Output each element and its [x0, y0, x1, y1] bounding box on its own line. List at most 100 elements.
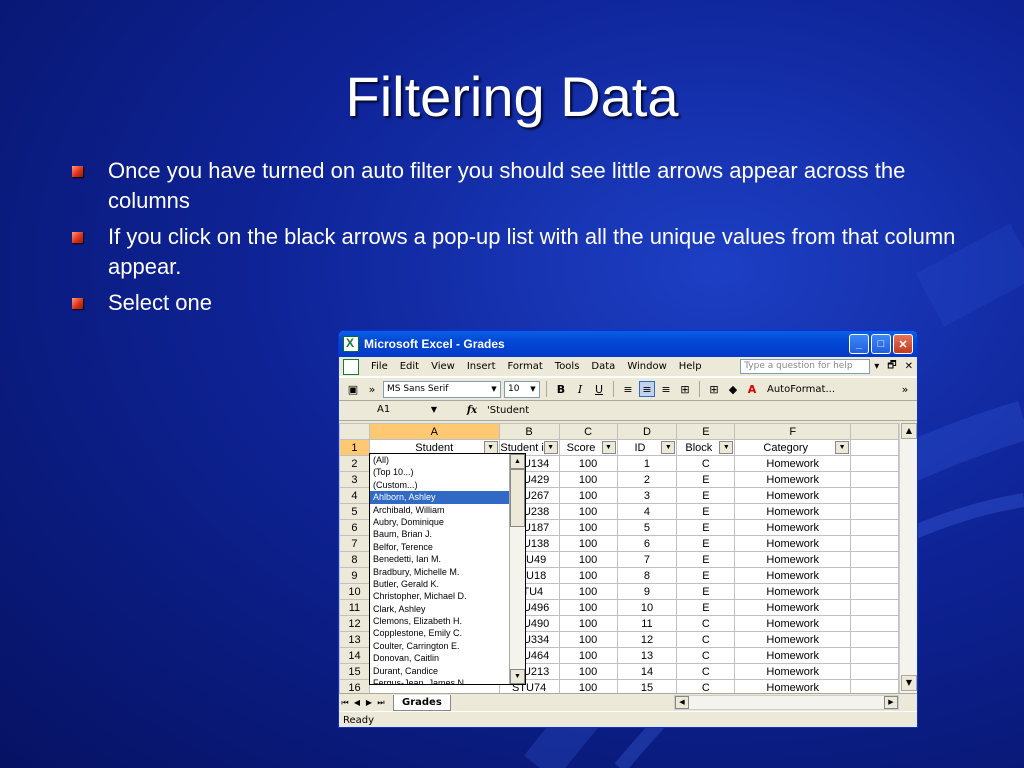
cell[interactable] — [850, 487, 899, 504]
fx-icon[interactable]: fx — [461, 405, 483, 416]
cell-id[interactable]: 7 — [616, 551, 678, 568]
menu-tools[interactable]: Tools — [549, 357, 586, 377]
row-header[interactable]: 3 — [339, 471, 370, 488]
cell-category[interactable]: Homework — [734, 583, 852, 600]
cell-category[interactable]: Homework — [734, 647, 852, 664]
cell-score[interactable]: 100 — [558, 487, 618, 504]
row-header[interactable]: 5 — [339, 503, 370, 520]
cell-score[interactable]: 100 — [558, 519, 618, 536]
autofilter-dropdown-list[interactable]: (All) (Top 10...) (Custom...) Ahlborn, Ashl… — [369, 453, 526, 685]
cell-id[interactable]: 12 — [616, 631, 678, 648]
cell-block[interactable]: E — [676, 583, 736, 600]
menu-data[interactable]: Data — [585, 357, 621, 377]
cell[interactable] — [850, 615, 899, 632]
row-header[interactable]: 6 — [339, 519, 370, 536]
formula-input[interactable]: 'Student — [483, 405, 529, 416]
cell-score[interactable]: 100 — [558, 583, 618, 600]
chevron-down-icon[interactable]: ▾ — [870, 361, 883, 372]
merge-center-icon[interactable]: ⊞ — [677, 381, 693, 397]
cell-category[interactable]: Homework — [734, 503, 852, 520]
row-header[interactable]: 16 — [339, 679, 370, 693]
cell-id[interactable]: 8 — [616, 567, 678, 584]
filter-option[interactable]: Bradbury, Michelle M. — [370, 566, 510, 578]
cell[interactable] — [850, 567, 899, 584]
filter-option[interactable]: Benedetti, Ian M. — [370, 553, 510, 565]
filter-arrow-icon[interactable]: ▼ — [601, 441, 616, 454]
align-left-icon[interactable]: ≡ — [620, 381, 636, 397]
filter-option[interactable]: (Top 10...) — [370, 466, 510, 478]
scroll-right-icon[interactable]: ▶ — [884, 696, 898, 709]
row-header[interactable]: 14 — [339, 647, 370, 664]
cell-score[interactable]: 100 — [558, 455, 618, 472]
menu-edit[interactable]: Edit — [394, 357, 425, 377]
cell-block[interactable]: C — [676, 679, 736, 693]
filter-arrow-icon[interactable]: ▼ — [719, 441, 734, 454]
help-search-input[interactable]: Type a question for help — [740, 359, 871, 374]
cell[interactable] — [850, 471, 899, 488]
font-name-select[interactable]: MS Sans Serif ▼ — [383, 380, 501, 398]
cell-score[interactable]: 100 — [558, 535, 618, 552]
row-header[interactable]: 7 — [339, 535, 370, 552]
cell[interactable] — [850, 599, 899, 616]
maximize-button[interactable]: □ — [871, 334, 891, 354]
cell[interactable] — [850, 663, 899, 680]
title-bar[interactable]: Microsoft Excel - Grades _ □ ✕ — [339, 331, 917, 357]
toolbar-options-icon[interactable]: » — [897, 381, 913, 397]
cell-id[interactable]: 14 — [616, 663, 678, 680]
cell-category[interactable]: Homework — [734, 663, 852, 680]
fill-color-icon[interactable]: ◆ — [725, 381, 741, 397]
cell-score[interactable]: 100 — [558, 471, 618, 488]
cell-score[interactable]: 100 — [558, 599, 618, 616]
cell-category[interactable]: Homework — [734, 471, 852, 488]
cell-id[interactable]: 15 — [616, 679, 678, 693]
scroll-up-icon[interactable]: ▲ — [901, 423, 917, 439]
filter-arrow-icon[interactable]: ▼ — [835, 441, 850, 454]
cell-block[interactable]: C — [676, 663, 736, 680]
font-color-icon[interactable]: A — [744, 381, 760, 397]
cell-category[interactable]: Homework — [734, 535, 852, 552]
cell-score[interactable]: 100 — [558, 551, 618, 568]
filter-option[interactable]: Belfor, Terence — [370, 541, 510, 553]
cell-block[interactable]: C — [676, 455, 736, 472]
cell-category[interactable]: Homework — [734, 599, 852, 616]
borders-icon[interactable]: ⊞ — [706, 381, 722, 397]
cell[interactable] — [850, 631, 899, 648]
more-buttons-icon[interactable]: » — [364, 381, 380, 397]
cell-id[interactable]: 10 — [616, 599, 678, 616]
filter-option[interactable]: Baum, Brian J. — [370, 528, 510, 540]
underline-button[interactable]: U — [591, 381, 607, 397]
cell[interactable] — [850, 439, 899, 456]
row-header[interactable]: 2 — [339, 455, 370, 472]
cell-score[interactable]: 100 — [558, 679, 618, 693]
cell-block[interactable]: E — [676, 503, 736, 520]
cell-category[interactable]: Homework — [734, 519, 852, 536]
filter-option[interactable]: (All) — [370, 454, 510, 466]
cell-category[interactable]: Homework — [734, 487, 852, 504]
cell-score[interactable]: 100 — [558, 663, 618, 680]
filter-arrow-icon[interactable]: ▼ — [661, 441, 676, 454]
cell-block[interactable]: E — [676, 551, 736, 568]
cell[interactable] — [850, 551, 899, 568]
menu-window[interactable]: Window — [621, 357, 672, 377]
filter-option[interactable]: Aubry, Dominique — [370, 516, 510, 528]
scroll-left-icon[interactable]: ◀ — [675, 696, 689, 709]
autoformat-button[interactable]: AutoFormat... — [767, 384, 835, 395]
sheet-tab-grades[interactable]: Grades — [393, 694, 451, 711]
cell-block[interactable]: E — [676, 519, 736, 536]
filter-option[interactable]: Durant, Candice — [370, 665, 510, 677]
close-workbook-icon[interactable]: ✕ — [901, 361, 917, 372]
row-header[interactable]: 10 — [339, 583, 370, 600]
row-header[interactable]: 11 — [339, 599, 370, 616]
cell-category[interactable]: Homework — [734, 615, 852, 632]
cell[interactable] — [850, 535, 899, 552]
cell-id[interactable]: 6 — [616, 535, 678, 552]
filter-option[interactable]: Coulter, Carrington E. — [370, 640, 510, 652]
row-header[interactable]: 15 — [339, 663, 370, 680]
filter-option[interactable]: (Custom...) — [370, 479, 510, 491]
row-header[interactable]: 4 — [339, 487, 370, 504]
select-all-button[interactable] — [339, 423, 370, 440]
cell-id[interactable]: 4 — [616, 503, 678, 520]
cell-category[interactable]: Homework — [734, 455, 852, 472]
header-cell-category[interactable]: Category ▼ — [734, 439, 852, 456]
header-cell-block[interactable]: Block ▼ — [676, 439, 736, 456]
